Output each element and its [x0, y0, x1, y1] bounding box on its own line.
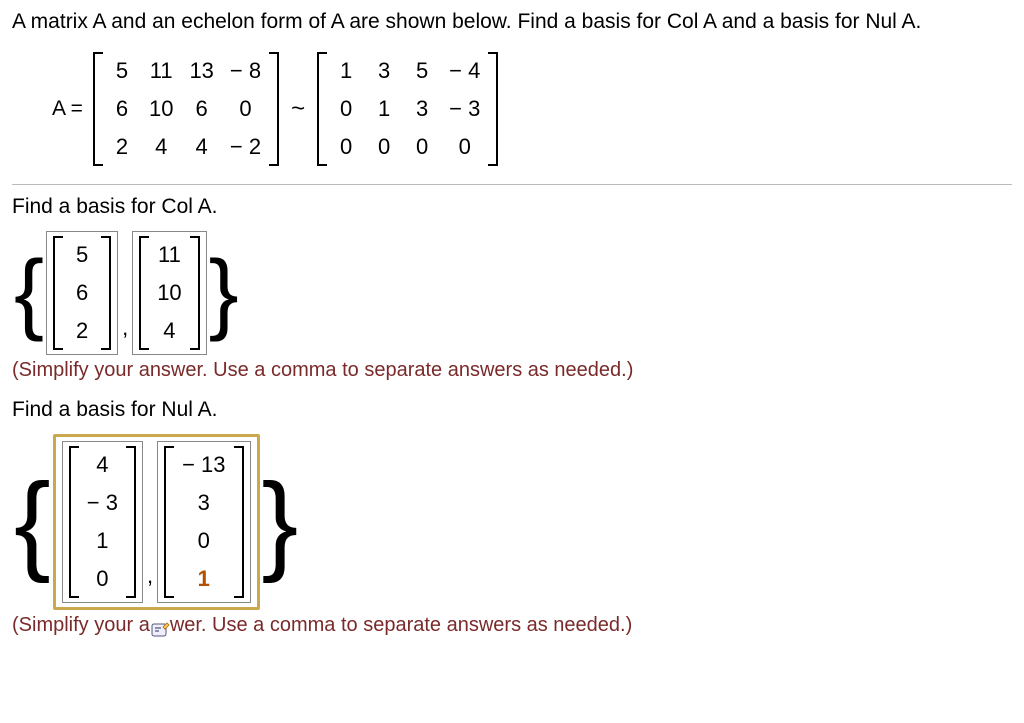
right-brace-icon: } — [207, 262, 241, 325]
divider — [12, 184, 1012, 185]
tilde-symbol: ~ — [291, 95, 305, 123]
nul-a-vector-1[interactable]: 4 − 3 1 0 — [62, 441, 143, 603]
question-text: A matrix A and an echelon form of A are … — [12, 10, 1012, 34]
left-brace-icon: { — [12, 484, 53, 561]
separator: , — [147, 563, 153, 603]
a-equals-label: A = — [52, 97, 83, 121]
text-cursor-icon — [150, 620, 170, 640]
nul-a-prompt: Find a basis for Nul A. — [12, 398, 1012, 422]
nul-a-hint: (Simplify your awer. Use a comma to sepa… — [12, 614, 1012, 637]
nul-a-answer-group[interactable]: 4 − 3 1 0 , − 13 3 0 1 — [53, 434, 260, 610]
col-a-prompt: Find a basis for Col A. — [12, 195, 1012, 219]
col-a-vector-1[interactable]: 5 6 2 — [46, 231, 118, 355]
col-a-answer[interactable]: { 5 6 2 , 11 10 4 } — [12, 231, 1012, 355]
nul-a-answer[interactable]: { 4 − 3 1 0 , − 13 3 0 — [12, 434, 1012, 610]
col-a-hint: (Simplify your answer. Use a comma to se… — [12, 359, 1012, 382]
right-brace-icon: } — [260, 484, 301, 561]
matrix-a: 51113− 8 61060 244− 2 — [93, 52, 279, 166]
nul-a-vector-2[interactable]: − 13 3 0 1 — [157, 441, 250, 603]
left-brace-icon: { — [12, 262, 46, 325]
matrix-echelon: 135− 4 013− 3 0000 — [317, 52, 498, 166]
col-a-vector-2[interactable]: 11 10 4 — [132, 231, 206, 355]
matrix-equation: A = 51113− 8 61060 244− 2 ~ 135− 4 013− … — [52, 52, 1012, 166]
separator: , — [122, 315, 128, 355]
